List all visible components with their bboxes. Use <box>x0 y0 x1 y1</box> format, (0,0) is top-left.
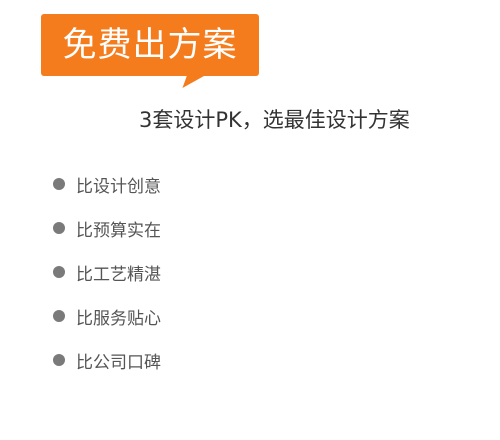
bullet-dot-icon <box>53 222 65 234</box>
feature-label: 比公司口碑 <box>76 352 161 373</box>
feature-item-service: 比服务贴心 <box>53 294 161 338</box>
bullet-dot-icon <box>53 178 65 190</box>
feature-item-budget: 比预算实在 <box>53 206 161 250</box>
free-plan-badge: 免费出方案 <box>41 14 259 76</box>
headline: 3套设计PK，选最佳设计方案 <box>139 108 410 132</box>
speech-bubble-tail <box>182 74 208 88</box>
feature-label: 比服务贴心 <box>76 308 161 329</box>
bullet-dot-icon <box>53 354 65 366</box>
feature-label: 比工艺精湛 <box>76 264 161 285</box>
feature-label: 比预算实在 <box>76 220 161 241</box>
feature-list: 比设计创意 比预算实在 比工艺精湛 比服务贴心 比公司口碑 <box>53 162 161 382</box>
feature-item-design-creativity: 比设计创意 <box>53 162 161 206</box>
bullet-dot-icon <box>53 266 65 278</box>
bullet-dot-icon <box>53 310 65 322</box>
feature-item-craftsmanship: 比工艺精湛 <box>53 250 161 294</box>
feature-label: 比设计创意 <box>76 176 161 197</box>
feature-item-reputation: 比公司口碑 <box>53 338 161 382</box>
